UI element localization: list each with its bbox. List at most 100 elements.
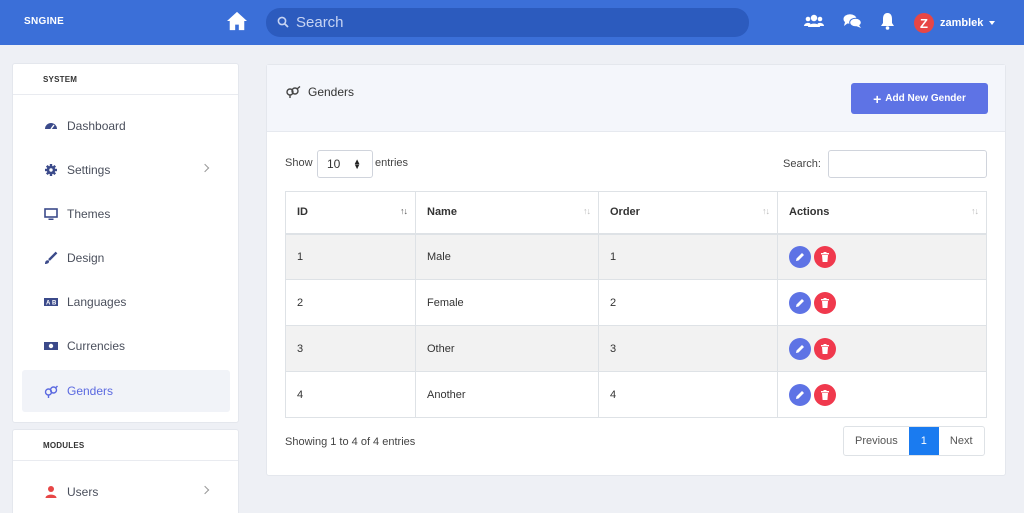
sidebar-item-settings[interactable]: Settings	[22, 149, 230, 191]
page-length-value: 10	[327, 157, 341, 171]
page-length-select[interactable]: 10 ▲ ▼	[317, 150, 373, 178]
delete-button[interactable]	[814, 337, 836, 360]
search-input[interactable]	[296, 12, 736, 33]
bell-icon[interactable]	[880, 12, 895, 30]
language-icon: AB	[44, 298, 58, 307]
sidebar-item-label: Users	[67, 485, 99, 499]
cell-name: Female	[415, 279, 599, 326]
brand-logo[interactable]: SNGINE	[24, 16, 64, 27]
svg-text:A: A	[46, 301, 51, 307]
genders-card: Genders + Add New Gender Show 10 ▲ ▼ entr…	[266, 64, 1006, 476]
avatar[interactable]: Z	[914, 13, 934, 33]
cell-order: 4	[598, 371, 778, 418]
genderless-icon	[44, 385, 58, 398]
gear-icon	[45, 164, 57, 176]
delete-button[interactable]	[814, 383, 836, 406]
sidebar-item-label: Settings	[67, 163, 111, 177]
sidebar-item-dashboard[interactable]: Dashboard	[22, 105, 230, 147]
pencil-icon	[796, 252, 804, 261]
cell-actions	[777, 325, 987, 372]
card-header: Genders + Add New Gender	[267, 65, 1005, 132]
pagination-page-1[interactable]: 1	[908, 427, 939, 455]
cell-id: 1	[285, 233, 416, 280]
delete-button[interactable]	[814, 291, 836, 314]
user-icon	[45, 486, 57, 498]
trash-icon	[821, 389, 829, 400]
add-new-gender-button[interactable]: + Add New Gender	[851, 83, 988, 114]
page-title: Genders	[308, 85, 355, 99]
sort-updown-icon: ▲ ▼	[353, 157, 361, 171]
messages-icon[interactable]	[843, 12, 862, 30]
cell-id: 4	[285, 371, 416, 418]
monitor-icon	[44, 208, 58, 220]
sidebar-item-themes[interactable]: Themes	[22, 193, 230, 235]
paintbrush-icon	[45, 251, 58, 264]
pagination-next[interactable]: Next	[939, 427, 984, 455]
cell-id: 2	[285, 279, 416, 326]
sidebar-item-label: Languages	[67, 295, 127, 309]
pencil-icon	[796, 390, 804, 399]
sort-icon: ↑↓	[971, 206, 979, 216]
friends-icon[interactable]	[804, 12, 824, 30]
sidebar-system-panel: SYSTEM Dashboard Settings Themes Design …	[12, 63, 239, 423]
table-info: Showing 1 to 4 of 4 entries	[285, 436, 416, 448]
pencil-icon	[796, 344, 804, 353]
search-icon	[277, 16, 289, 28]
cell-actions	[777, 279, 987, 326]
dashboard-icon	[45, 123, 57, 130]
column-header-actions[interactable]: Actions ↑↓	[777, 191, 987, 235]
pagination-previous[interactable]: Previous	[844, 427, 909, 455]
chevron-right-icon	[200, 163, 210, 173]
sidebar-section-header: MODULES	[13, 430, 238, 461]
table-search-input[interactable]	[828, 150, 987, 178]
sort-icon: ↑↓	[762, 206, 770, 216]
cell-name: Male	[415, 233, 599, 280]
sidebar-section-header: SYSTEM	[13, 64, 238, 95]
trash-icon	[821, 297, 829, 308]
plus-icon: +	[873, 90, 882, 107]
trash-icon	[821, 251, 829, 262]
column-header-name[interactable]: Name ↑↓	[415, 191, 599, 235]
svg-text:B: B	[52, 301, 57, 307]
cell-order: 3	[598, 325, 778, 372]
sidebar-modules-panel: MODULES Users	[12, 429, 239, 513]
trash-icon	[821, 343, 829, 354]
user-menu[interactable]: Z zamblek	[914, 12, 996, 34]
sidebar-item-genders[interactable]: Genders	[22, 370, 230, 412]
sidebar-item-design[interactable]: Design	[22, 237, 230, 279]
global-search[interactable]	[266, 8, 749, 37]
edit-button[interactable]	[789, 337, 811, 360]
cell-order: 1	[598, 233, 778, 280]
table-row: 2 Female 2	[285, 279, 987, 326]
pencil-icon	[796, 298, 804, 307]
search-label: Search:	[783, 158, 821, 170]
delete-button[interactable]	[814, 245, 836, 268]
sort-ascending-icon: ↑↓	[400, 206, 408, 216]
cell-name: Other	[415, 325, 599, 372]
home-icon[interactable]	[226, 11, 248, 31]
genders-table: ID ↑↓ Name ↑↓ Order ↑↓ Actions ↑↓ 1 Male 1 2…	[285, 191, 987, 418]
sidebar-item-label: Themes	[67, 207, 111, 221]
sidebar-item-label: Dashboard	[67, 119, 126, 133]
sidebar-item-languages[interactable]: AB Languages	[22, 281, 230, 323]
column-header-order[interactable]: Order ↑↓	[598, 191, 778, 235]
sort-icon: ↑↓	[583, 206, 591, 216]
edit-button[interactable]	[789, 245, 811, 268]
edit-button[interactable]	[789, 291, 811, 314]
cell-name: Another	[415, 371, 599, 418]
sidebar-item-label: Genders	[67, 384, 114, 398]
top-navbar: SNGINE Z zamblek	[0, 0, 1024, 45]
sidebar-item-users[interactable]: Users	[22, 471, 230, 513]
table-row: 3 Other 3	[285, 325, 987, 372]
cell-order: 2	[598, 279, 778, 326]
add-button-label: Add New Gender	[885, 93, 966, 104]
table-row: 1 Male 1	[285, 233, 987, 280]
edit-button[interactable]	[789, 383, 811, 406]
cell-actions	[777, 233, 987, 280]
sidebar-item-currencies[interactable]: Currencies	[22, 325, 230, 367]
column-header-id[interactable]: ID ↑↓	[285, 191, 416, 235]
username[interactable]: zamblek	[940, 17, 983, 29]
cell-actions	[777, 371, 987, 418]
pagination: Previous 1 Next	[843, 426, 985, 456]
entries-label: entries	[375, 157, 409, 169]
